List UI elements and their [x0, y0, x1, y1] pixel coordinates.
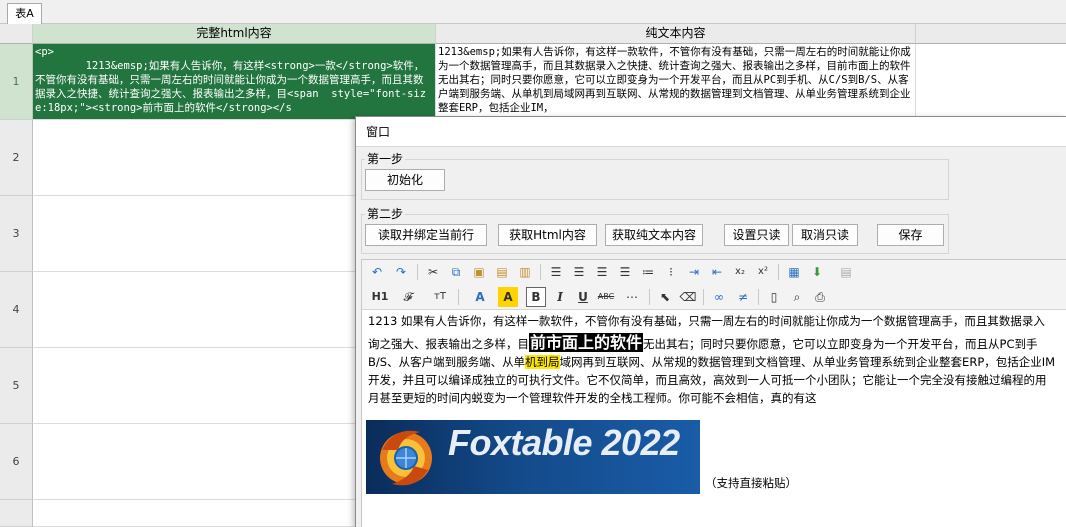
font-size-icon[interactable]: тT: [425, 287, 455, 307]
init-button[interactable]: 初始化: [365, 169, 445, 191]
italic-button[interactable]: I: [550, 287, 570, 307]
toolbar-separator: [778, 264, 779, 280]
print-icon[interactable]: ⎙: [810, 287, 830, 307]
content-text: 域网再到互联网、从常规的数据管理到文档管理、从单业务管理系统到企业整套ERP，包…: [559, 355, 1056, 369]
content-text: 询之强大、报表输出之多样，目: [368, 337, 529, 351]
step1-label: 第一步: [365, 150, 406, 167]
heading-dropdown[interactable]: H1: [365, 287, 395, 307]
link-icon[interactable]: ∞: [709, 287, 729, 307]
row-header-7[interactable]: [0, 500, 33, 527]
content-line-1: 1213 如果有人告诉你，有这样一款软件，不管你有没有基础，只需一周左右的时间就…: [368, 314, 1045, 328]
toolbar-separator: [703, 289, 704, 305]
outdent-icon[interactable]: ⇤: [707, 262, 727, 282]
align-right-icon[interactable]: ☰: [592, 262, 612, 282]
row-header-5[interactable]: 5: [0, 348, 33, 424]
sheet-tab-bar: 表A: [0, 0, 1066, 24]
copy-icon[interactable]: ⧉: [446, 262, 466, 282]
preview-icon[interactable]: ⌕: [787, 287, 807, 307]
select-all-icon[interactable]: ⬉: [655, 287, 675, 307]
read-bind-current-row-button[interactable]: 读取并绑定当前行: [365, 224, 487, 246]
table-icon[interactable]: ▦: [784, 262, 804, 282]
indent-icon[interactable]: ⇥: [684, 262, 704, 282]
sheet-tab-a[interactable]: 表A: [7, 3, 42, 24]
horizontal-line-icon[interactable]: ⋯: [622, 287, 642, 307]
editor-toolbar: ↶ ↷ ✂ ⧉ ▣ ▤ ▥ ☰ ☰ ☰ ☰ ≔ ⁝ ⇥ ⇤ x₂ x² ▦ ⬇ …: [362, 260, 1066, 310]
cell-html-row1[interactable]: <p> 1213&emsp;如果有人告诉你，有这样<strong>一款</str…: [33, 44, 436, 120]
column-header-text[interactable]: 纯文本内容: [436, 24, 916, 44]
subscript-icon[interactable]: x₂: [730, 262, 750, 282]
window-body: 第一步 初始化 第二步 读取并绑定当前行 获取Html内容 获取纯文本内容 设置…: [356, 147, 1066, 527]
window-title: 窗口: [356, 117, 1066, 147]
highlighted-text: 机到局: [525, 355, 560, 369]
ordered-list-icon[interactable]: ≔: [638, 262, 658, 282]
font-color-icon[interactable]: A: [470, 287, 490, 307]
content-line-5: 月甚至更短的时间内蜕变为一个管理软件开发的全栈工程师。你可能不会相信，真的有这: [368, 391, 817, 405]
grid-corner[interactable]: [0, 24, 33, 44]
fox-swirl-icon: [380, 430, 432, 486]
big-bold-text: 前市面上的软件: [529, 333, 644, 352]
content-text: B/S、从客户端到服务端、从单: [368, 355, 526, 369]
get-html-button[interactable]: 获取Html内容: [498, 224, 597, 246]
toolbar-separator: [649, 289, 650, 305]
unlink-icon[interactable]: ≠: [733, 287, 753, 307]
save-button[interactable]: 保存: [877, 224, 944, 246]
font-family-icon[interactable]: 𝓕: [398, 287, 418, 307]
column-header-html[interactable]: 完整html内容: [33, 24, 436, 44]
paste-word-icon[interactable]: ▥: [515, 262, 535, 282]
rich-text-editor: ↶ ↷ ✂ ⧉ ▣ ▤ ▥ ☰ ☰ ☰ ☰ ≔ ⁝ ⇥ ⇤ x₂ x² ▦ ⬇ …: [361, 259, 1066, 527]
content-line-4: 开发，并且可以编译成独立的可执行文件。它不仅简单，而且高效，高效到一人可抵一个小…: [368, 373, 1047, 387]
clear-format-icon[interactable]: ⌫: [678, 287, 698, 307]
step1-group: [361, 159, 949, 200]
cut-icon[interactable]: ✂: [423, 262, 443, 282]
paste-caption: （支持直接粘贴）: [705, 476, 797, 490]
source-code-icon[interactable]: ▯: [764, 287, 784, 307]
editor-content[interactable]: 1213 如果有人告诉你，有这样一款软件，不管你有没有基础，只需一周左右的时间就…: [362, 310, 1066, 527]
content-text: 无出其右；同时只要你愿意，它可以立即变身为一个开发平台，而且从PC到手: [643, 337, 1038, 351]
cell-text-row1[interactable]: 1213&emsp;如果有人告诉你，有这样一款软件，不管你有没有基础，只需一周左…: [436, 44, 916, 120]
undo-icon[interactable]: ↶: [367, 262, 387, 282]
row-header-1[interactable]: 1: [0, 44, 33, 120]
step2-label: 第二步: [365, 205, 406, 222]
align-center-icon[interactable]: ☰: [569, 262, 589, 282]
toolbar-separator: [458, 289, 459, 305]
paste-icon[interactable]: ▣: [469, 262, 489, 282]
set-readonly-button[interactable]: 设置只读: [724, 224, 789, 246]
row-header-6[interactable]: 6: [0, 424, 33, 500]
align-justify-icon[interactable]: ☰: [615, 262, 635, 282]
row-header-2[interactable]: 2: [0, 120, 33, 196]
editor-window: 窗口 第一步 初始化 第二步 读取并绑定当前行 获取Html内容 获取纯文本内容…: [355, 116, 1066, 527]
underline-button[interactable]: U: [573, 287, 593, 307]
toolbar-row-1: ↶ ↷ ✂ ⧉ ▣ ▤ ▥ ☰ ☰ ☰ ☰ ≔ ⁝ ⇥ ⇤ x₂ x² ▦ ⬇ …: [362, 260, 1066, 285]
cancel-readonly-button[interactable]: 取消只读: [792, 224, 858, 246]
row-header-4[interactable]: 4: [0, 272, 33, 348]
logo-wordmark: Foxtable 2022: [448, 422, 680, 463]
content-line-2: 询之强大、报表输出之多样，目前市面上的软件无出其右；同时只要你愿意，它可以立即变…: [368, 333, 1062, 353]
table-properties-icon[interactable]: ▤: [836, 262, 856, 282]
content-line-3: B/S、从客户端到服务端、从单机到局域网再到互联网、从常规的数据管理到文档管理、…: [368, 353, 1062, 371]
unordered-list-icon[interactable]: ⁝: [661, 262, 681, 282]
toolbar-separator: [540, 264, 541, 280]
get-text-button[interactable]: 获取纯文本内容: [605, 224, 703, 246]
bold-button[interactable]: B: [526, 287, 546, 307]
superscript-icon[interactable]: x²: [753, 262, 773, 282]
highlight-color-icon[interactable]: A: [498, 287, 518, 307]
toolbar-separator: [417, 264, 418, 280]
foxtable-logo-image[interactable]: Foxtable 2022: [366, 420, 700, 494]
toolbar-separator: [758, 289, 759, 305]
paste-text-icon[interactable]: ▤: [492, 262, 512, 282]
strikethrough-button[interactable]: ABC: [596, 287, 616, 307]
redo-icon[interactable]: ↷: [391, 262, 411, 282]
align-left-icon[interactable]: ☰: [546, 262, 566, 282]
row-header-3[interactable]: 3: [0, 196, 33, 272]
insert-row-icon[interactable]: ⬇: [807, 262, 827, 282]
column-header-empty: [916, 24, 1066, 44]
toolbar-row-2: H1 𝓕 тT A A B I U ABC ⋯ ⬉ ⌫ ∞ ≠ ▯ ⌕ ⎙: [362, 285, 1066, 310]
